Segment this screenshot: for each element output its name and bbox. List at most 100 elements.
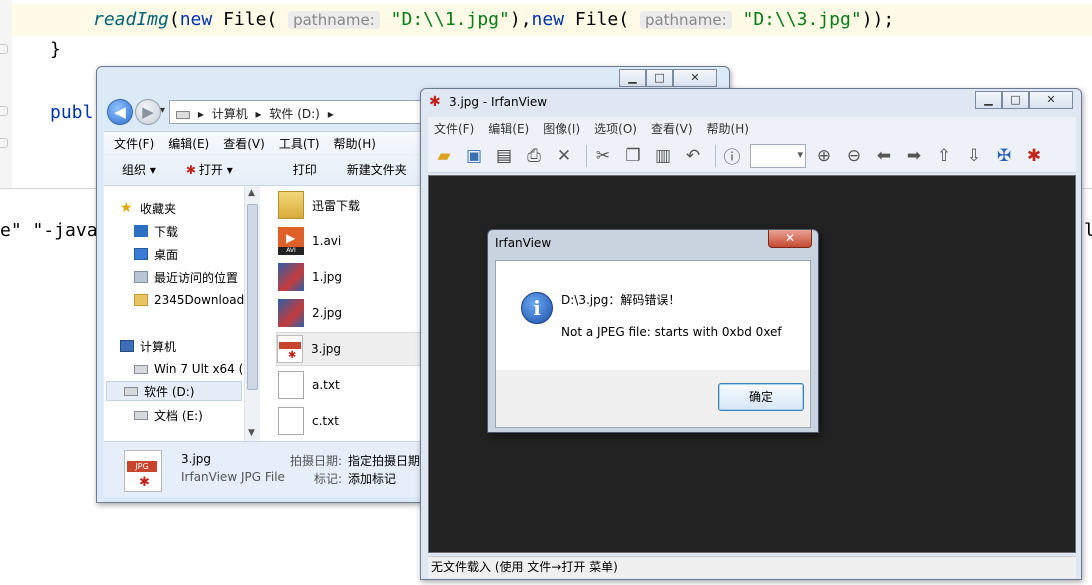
fold-marker-icon[interactable]	[0, 44, 8, 54]
history-dropdown-icon[interactable]: ▾	[160, 105, 165, 116]
organize-button[interactable]: 组织 ▾	[122, 161, 156, 178]
menu-view[interactable]: 查看(V)	[223, 135, 265, 152]
file-name: a.txt	[312, 378, 340, 392]
tags-label: 标记:	[314, 472, 343, 486]
download-folder-icon	[134, 225, 148, 237]
nav-label: 最近访问的位置	[154, 270, 239, 285]
delete-icon[interactable]: ✕	[552, 144, 576, 168]
terminal-line[interactable]: e" "-java	[0, 219, 98, 243]
menu-tools[interactable]: 工具(T)	[279, 135, 320, 152]
ok-button[interactable]: 确定	[718, 383, 804, 411]
scrollbar-thumb[interactable]	[247, 204, 258, 390]
irfanview-toolbar: ▰ ▣ ▤ ⎙ ✕ ✂ ❐ ▥ ↶ ⓘ ⊕ ⊖ ⬅ ➡ ⇧ ⇩ ✠ ✱	[428, 139, 1076, 173]
string-literal: "D:\\1.jpg"	[390, 9, 510, 30]
info-icon[interactable]: ⓘ	[720, 144, 744, 168]
nav-label: 软件 (D:)	[144, 384, 195, 399]
breadcrumb-computer[interactable]: 计算机	[212, 107, 248, 121]
dialog-title: IrfanView	[495, 236, 552, 250]
breadcrumb-drive-d[interactable]: 软件 (D:)	[269, 107, 319, 121]
star-icon: ★	[120, 200, 133, 216]
terminal-line-overflow: l	[1084, 220, 1092, 241]
window-title: 3.jpg - IrfanView	[449, 95, 548, 109]
previous-arrow-icon[interactable]: ⬅	[872, 144, 896, 168]
scroll-down-icon[interactable]: ▼	[248, 428, 255, 438]
drive-icon	[176, 110, 190, 119]
close-button[interactable]: ✕	[673, 69, 717, 87]
keyword-new: new	[531, 9, 565, 30]
thumbnails-icon[interactable]: ▣	[462, 144, 486, 168]
class-name: File(	[574, 9, 630, 30]
undo-icon[interactable]: ↶	[681, 144, 705, 168]
zoom-dropdown[interactable]	[750, 143, 806, 168]
print-icon[interactable]: ⎙	[522, 144, 546, 168]
nav-drive-c[interactable]: Win 7 Ult x64 (C	[134, 359, 252, 379]
next-arrow-icon[interactable]: ➡	[902, 144, 926, 168]
nav-computer[interactable]: 计算机	[120, 336, 176, 356]
nav-favorites[interactable]: ★ 收藏夹	[120, 198, 176, 218]
paste-icon[interactable]: ▥	[651, 144, 675, 168]
irfanview-app-icon: ✱	[139, 475, 150, 490]
menu-file[interactable]: 文件(F)	[114, 135, 154, 152]
code-line-public[interactable]: publ	[50, 101, 93, 125]
open-button[interactable]: ✱ 打开 ▾	[186, 161, 263, 178]
menu-edit[interactable]: 编辑(E)	[168, 135, 209, 152]
fold-marker-icon[interactable]	[0, 106, 8, 116]
scroll-up-icon[interactable]: ▲	[248, 188, 255, 198]
irfanview-about-icon[interactable]: ✱	[1022, 144, 1046, 168]
nav-desktop[interactable]: 桌面	[134, 244, 178, 264]
file-name: 3.jpg	[311, 342, 342, 356]
last-page-icon[interactable]: ⇩	[962, 144, 986, 168]
date-taken-value[interactable]: 指定拍摄日期	[348, 452, 420, 469]
folder-icon	[134, 294, 148, 306]
menu-help[interactable]: 帮助(H)	[334, 135, 376, 152]
error-message: D:\3.jpg：解码错误！	[561, 293, 681, 307]
computer-icon	[120, 340, 134, 352]
fold-marker-icon[interactable]	[0, 138, 8, 148]
cut-icon[interactable]: ✂	[591, 144, 615, 168]
close-button[interactable]: ✕	[1029, 91, 1073, 109]
menu-options[interactable]: 选项(O)	[594, 120, 637, 137]
back-arrow-icon[interactable]: ◀	[107, 99, 133, 125]
recent-places-icon	[134, 271, 148, 283]
nav-recent-places[interactable]: 最近访问的位置	[134, 267, 238, 287]
tags-value[interactable]: 添加标记	[348, 470, 396, 487]
zoom-in-icon[interactable]: ⊕	[812, 144, 836, 168]
maximize-button[interactable]: □	[1002, 91, 1029, 109]
punctuation: ));	[861, 9, 895, 30]
maximize-button[interactable]: □	[646, 69, 673, 87]
forward-arrow-icon[interactable]: ▶	[135, 99, 161, 125]
menu-view[interactable]: 查看(V)	[651, 120, 693, 137]
dialog-close-button[interactable]: ✕	[768, 230, 812, 248]
breadcrumb-separator[interactable]: ▸	[198, 107, 204, 121]
breadcrumb-separator[interactable]: ▸	[328, 107, 334, 121]
menu-help[interactable]: 帮助(H)	[707, 120, 749, 137]
open-folder-icon[interactable]: ▰	[432, 144, 456, 168]
minimize-button[interactable]: ▁	[975, 91, 1002, 109]
settings-tools-icon[interactable]: ✠	[992, 144, 1016, 168]
menu-edit[interactable]: 编辑(E)	[488, 120, 529, 137]
error-dialog[interactable]: IrfanView ✕ i D:\3.jpg：解码错误！ Not a JPEG …	[487, 229, 819, 433]
copy-icon[interactable]: ❐	[621, 144, 645, 168]
info-icon: i	[521, 292, 553, 324]
nav-drive-d[interactable]: 软件 (D:)	[106, 381, 242, 401]
code-line-brace[interactable]: }	[50, 38, 61, 62]
new-folder-button[interactable]: 新建文件夹	[347, 161, 407, 178]
details-filename: 3.jpg	[181, 452, 212, 466]
print-button[interactable]: 打印	[293, 161, 317, 178]
breadcrumb-separator[interactable]: ▸	[256, 107, 262, 121]
first-page-icon[interactable]: ⇧	[932, 144, 956, 168]
nav-scrollbar[interactable]: ▲ ▼	[244, 186, 260, 442]
nav-drive-e[interactable]: 文档 (E:)	[134, 405, 203, 425]
menu-image[interactable]: 图像(I)	[543, 120, 580, 137]
irfanview-menubar: 文件(F) 编辑(E) 图像(I) 选项(O) 查看(V) 帮助(H)	[428, 117, 1076, 139]
minimize-button[interactable]: ▁	[619, 69, 646, 87]
nav-2345downloads[interactable]: 2345Downloads	[134, 290, 250, 310]
breadcrumb: ▸ 计算机 ▸ 软件 (D:) ▸	[176, 105, 338, 122]
save-icon[interactable]: ▤	[492, 144, 516, 168]
nav-downloads[interactable]: 下载	[134, 221, 178, 241]
method-name: readImg	[93, 9, 169, 30]
code-line-readimg[interactable]: readImg(new File( pathname: "D:\\1.jpg")…	[93, 8, 894, 32]
zoom-out-icon[interactable]: ⊖	[842, 144, 866, 168]
menu-file[interactable]: 文件(F)	[434, 120, 474, 137]
file-name: c.txt	[312, 414, 339, 428]
